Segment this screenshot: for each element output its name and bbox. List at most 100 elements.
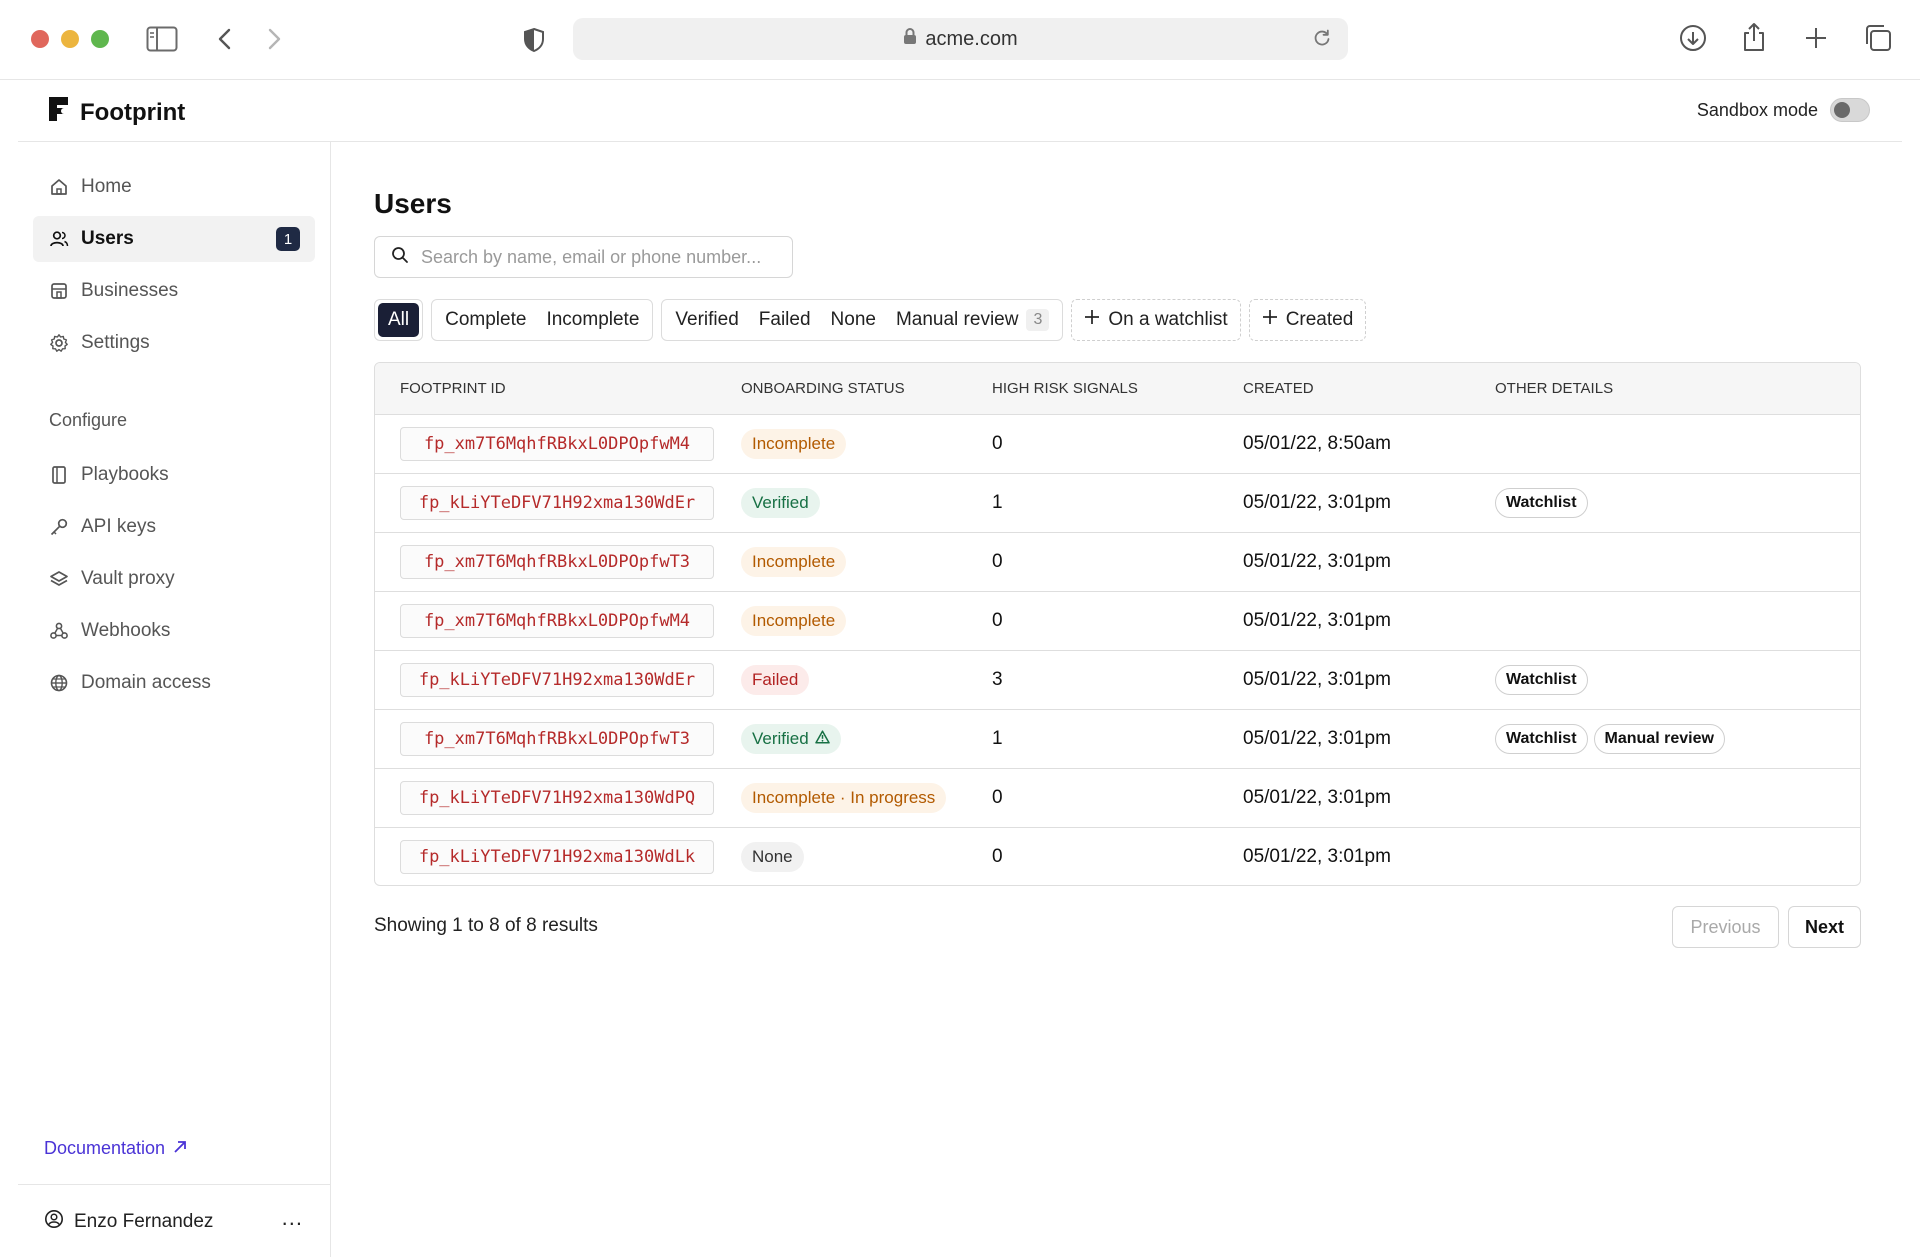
table-row[interactable]: fp_xm7T6MqhfRBkxL0DPOpfwM4 Incomplete 0 05/… — [375, 415, 1860, 474]
created-cell: 05/01/22, 3:01pm — [1243, 610, 1391, 631]
filter-all-group: All — [374, 299, 424, 341]
detail-tag: Watchlist — [1495, 665, 1588, 695]
filter-created[interactable]: Created — [1248, 299, 1367, 341]
table-header: FOOTPRINT ID ONBOARDING STATUS HIGH RISK… — [375, 363, 1860, 415]
previous-page-button[interactable]: Previous — [1672, 906, 1779, 948]
sidebar-item-home[interactable]: Home — [33, 164, 315, 210]
table-row[interactable]: fp_xm7T6MqhfRBkxL0DPOpfwT3 Incomplete 0 05/… — [375, 533, 1860, 592]
share-icon[interactable] — [1741, 22, 1767, 52]
sidebar-toggle-icon[interactable] — [146, 26, 178, 52]
filter-verified[interactable]: Verified — [665, 303, 748, 337]
filter-manual-review[interactable]: Manual review 3 — [886, 303, 1059, 337]
footprint-id[interactable]: fp_kLiYTeDFV71H92xma130WdEr — [400, 486, 714, 520]
status-label: Incomplete — [752, 434, 836, 453]
sidebar-item-domain-access[interactable]: Domain access — [33, 660, 315, 706]
sidebar-item-label: Playbooks — [81, 464, 169, 485]
sidebar-item-webhooks[interactable]: Webhooks — [33, 608, 315, 654]
filter-failed[interactable]: Failed — [749, 303, 821, 337]
sandbox-toggle[interactable] — [1830, 98, 1870, 122]
back-icon[interactable] — [216, 27, 234, 51]
forward-icon[interactable] — [265, 27, 283, 51]
table-row[interactable]: fp_kLiYTeDFV71H92xma130WdLk None 0 05/01/22… — [375, 828, 1860, 885]
table-row[interactable]: fp_xm7T6MqhfRBkxL0DPOpfwT3 Verified 1 05/01… — [375, 710, 1860, 769]
high-risk-signals-cell: 0 — [992, 551, 1003, 572]
filter-manual-review-label: Manual review — [895, 309, 1019, 330]
sidebar-item-label: Settings — [81, 332, 150, 353]
high-risk-signals-cell: 1 — [992, 728, 1003, 749]
lock-icon — [903, 27, 917, 51]
created-cell: 05/01/22, 3:01pm — [1243, 669, 1391, 690]
filter-complete[interactable]: Complete — [435, 303, 536, 337]
minimize-window-button[interactable] — [61, 30, 79, 48]
user-profile[interactable]: Enzo Fernandez — [44, 1209, 213, 1235]
maximize-window-button[interactable] — [91, 30, 109, 48]
footprint-id[interactable]: fp_xm7T6MqhfRBkxL0DPOpfwT3 — [400, 545, 714, 579]
footprint-id[interactable]: fp_xm7T6MqhfRBkxL0DPOpfwM4 — [400, 604, 714, 638]
footprint-id[interactable]: fp_kLiYTeDFV71H92xma130WdEr — [400, 663, 714, 697]
table-row[interactable]: fp_kLiYTeDFV71H92xma130WdPQ Incomplete · … — [375, 769, 1860, 828]
sidebar-item-label: API keys — [81, 516, 156, 537]
search-input[interactable] — [421, 246, 771, 268]
column-header-created: CREATED — [1243, 380, 1314, 397]
footprint-id[interactable]: fp_xm7T6MqhfRBkxL0DPOpfwM4 — [400, 427, 714, 461]
status-label: Incomplete — [752, 611, 836, 630]
high-risk-signals-cell: 0 — [992, 845, 1003, 867]
filter-incomplete[interactable]: Incomplete — [536, 303, 649, 337]
sidebar-item-users[interactable]: Users 1 — [33, 216, 315, 262]
documentation-link[interactable]: Documentation — [44, 1138, 187, 1159]
new-tab-icon[interactable] — [1804, 26, 1828, 50]
footprint-id[interactable]: fp_xm7T6MqhfRBkxL0DPOpfwT3 — [400, 722, 714, 756]
sidebar-item-api-keys[interactable]: API keys — [33, 504, 315, 550]
search-icon — [391, 246, 409, 269]
sidebar-item-label: Webhooks — [81, 620, 171, 641]
sidebar-item-label: Vault proxy — [81, 568, 175, 589]
status-badge: Incomplete — [741, 547, 847, 577]
sidebar-item-vault-proxy[interactable]: Vault proxy — [33, 556, 315, 602]
tabs-overview-icon[interactable] — [1864, 24, 1892, 52]
sidebar-item-label: Users — [81, 228, 134, 249]
table-row[interactable]: fp_kLiYTeDFV71H92xma130WdEr Verified 1 05/0… — [375, 474, 1860, 533]
sidebar-item-businesses[interactable]: Businesses — [33, 268, 315, 314]
filter-none[interactable]: None — [821, 303, 886, 337]
layers-icon — [49, 569, 69, 589]
footprint-id[interactable]: fp_kLiYTeDFV71H92xma130WdPQ — [400, 781, 714, 815]
high-risk-signals-cell: 0 — [992, 610, 1003, 631]
sandbox-mode: Sandbox mode — [1697, 98, 1870, 122]
onboarding-status-cell: Incomplete — [741, 429, 992, 459]
high-risk-signals-cell: 0 — [992, 433, 1003, 454]
sidebar-item-settings[interactable]: Settings — [33, 320, 315, 366]
footprint-id-cell: fp_xm7T6MqhfRBkxL0DPOpfwM4 — [375, 604, 741, 638]
onboarding-status-cell: Incomplete · In progress — [741, 783, 992, 813]
footprint-id-cell: fp_kLiYTeDFV71H92xma130WdPQ — [375, 781, 741, 815]
filter-on-watchlist[interactable]: On a watchlist — [1071, 299, 1241, 341]
shield-icon[interactable] — [522, 27, 546, 53]
status-badge: Incomplete — [741, 429, 847, 459]
key-icon — [49, 517, 69, 537]
more-options-icon[interactable]: ... — [282, 1205, 303, 1231]
onboarding-status-cell: Incomplete — [741, 547, 992, 577]
filter-created-label: Created — [1285, 309, 1354, 330]
detail-tag: Watchlist — [1495, 488, 1588, 518]
sidebar-item-label: Domain access — [81, 672, 211, 693]
sidebar-item-playbooks[interactable]: Playbooks — [33, 452, 315, 498]
brand[interactable]: Footprint — [48, 96, 185, 129]
status-label: Incomplete · In progress — [752, 788, 936, 807]
close-window-button[interactable] — [31, 30, 49, 48]
detail-tag: Manual review — [1593, 724, 1725, 754]
next-page-button[interactable]: Next — [1788, 906, 1861, 948]
table-row[interactable]: fp_kLiYTeDFV71H92xma130WdEr Failed 3 05/01/… — [375, 651, 1860, 710]
high-risk-signals-cell: 1 — [992, 492, 1003, 513]
sidebar-item-label: Businesses — [81, 280, 179, 301]
configure-section-label: Configure — [49, 410, 128, 430]
sandbox-label: Sandbox mode — [1696, 99, 1818, 120]
address-bar[interactable]: acme.com — [573, 18, 1348, 60]
download-icon[interactable] — [1679, 24, 1707, 52]
footprint-id[interactable]: fp_kLiYTeDFV71H92xma130WdLk — [400, 839, 714, 874]
search-box — [374, 236, 793, 278]
footprint-id-cell: fp_xm7T6MqhfRBkxL0DPOpfwM4 — [375, 427, 741, 461]
status-label: Failed — [752, 670, 799, 689]
filter-all[interactable]: All — [378, 303, 420, 337]
reload-icon[interactable] — [1312, 28, 1332, 54]
table-row[interactable]: fp_xm7T6MqhfRBkxL0DPOpfwM4 Incomplete 0 05/… — [375, 592, 1860, 651]
onboarding-status-cell: Incomplete — [741, 606, 992, 636]
